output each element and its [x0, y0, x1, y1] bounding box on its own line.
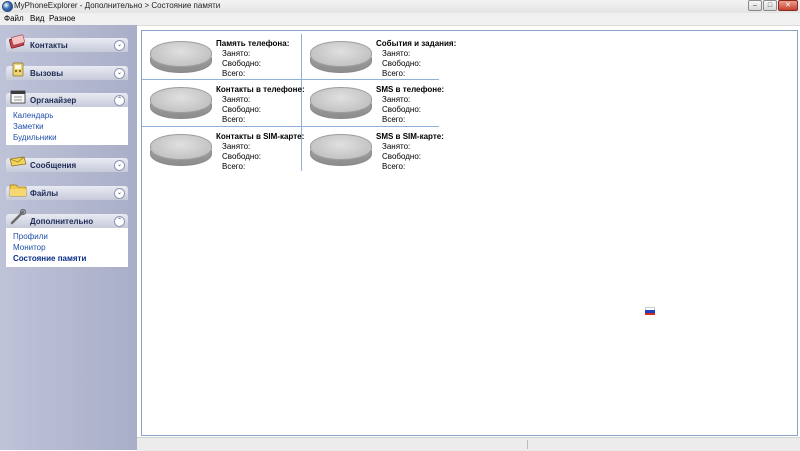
chevron-down-icon[interactable]: ⌄ — [114, 188, 125, 199]
memory-cell-sim-contacts: Контакты в SIM-карте: Занято: Свободно: … — [142, 128, 304, 172]
tools-icon — [10, 209, 27, 225]
memory-cell-sim-sms: SMS в SIM-карте: Занято: Свободно: Всего… — [302, 128, 452, 172]
free-label: Свободно: — [222, 59, 261, 68]
disk-icon — [150, 41, 212, 73]
chevron-up-icon[interactable]: ⌃ — [114, 216, 125, 227]
organizer-items: Календарь Заметки Будильники — [6, 107, 128, 145]
organizer-icon — [10, 90, 26, 104]
free-label: Свободно: — [222, 152, 261, 161]
disk-icon — [150, 134, 212, 166]
total-label: Всего: — [222, 162, 246, 171]
sidebar: Контакты ⌄ Вызовы ⌄ Органайзер ⌃ Календа… — [0, 25, 137, 450]
memory-cell-phone-contacts: Контакты в телефоне: Занято: Свободно: В… — [142, 81, 305, 125]
extras-items: Профили Монитор Состояние памяти — [6, 228, 128, 267]
sidebar-group-calls[interactable]: Вызовы ⌄ — [6, 62, 128, 80]
sidebar-group-messages[interactable]: Сообщения ⌄ — [6, 156, 128, 172]
status-separator — [527, 440, 528, 449]
status-bar — [137, 437, 800, 451]
memory-title: Память телефона: — [216, 39, 290, 48]
sidebar-group-label: Органайзер — [30, 96, 77, 105]
row-divider — [142, 79, 301, 80]
chevron-down-icon[interactable]: ⌄ — [114, 160, 125, 171]
memory-title: SMS в телефоне: — [376, 85, 445, 94]
memory-status-panel: Память телефона: Занято: Свободно: Всего… — [141, 30, 798, 436]
window-title: MyPhoneExplorer - Дополнительно > Состоя… — [14, 1, 221, 10]
used-label: Занято: — [222, 95, 251, 104]
used-label: Занято: — [382, 95, 411, 104]
memory-cell-phone-sms: SMS в телефоне: Занято: Свободно: Всего: — [302, 81, 452, 125]
used-label: Занято: — [222, 49, 251, 58]
memory-title: Контакты в телефоне: — [216, 85, 305, 94]
sidebar-group-label: Вызовы — [30, 69, 64, 78]
disk-icon — [310, 87, 372, 119]
chevron-down-icon[interactable]: ⌄ — [114, 40, 125, 51]
sidebar-item-calendar[interactable]: Календарь — [13, 111, 53, 120]
menu-view[interactable]: Вид — [30, 14, 44, 23]
free-label: Свободно: — [382, 105, 421, 114]
sidebar-group-organizer[interactable]: Органайзер ⌃ — [6, 90, 128, 107]
used-label: Занято: — [382, 142, 411, 151]
total-label: Всего: — [382, 69, 406, 78]
disk-icon — [310, 41, 372, 73]
total-label: Всего: — [222, 69, 246, 78]
memory-title: Контакты в SIM-карте: — [216, 132, 305, 141]
sidebar-item-alarms[interactable]: Будильники — [13, 133, 57, 142]
total-label: Всего: — [382, 162, 406, 171]
row-divider — [302, 79, 439, 80]
sidebar-group-label: Контакты — [30, 41, 68, 50]
sidebar-group-contacts[interactable]: Контакты ⌄ — [6, 34, 128, 52]
maximize-button[interactable]: □ — [763, 0, 777, 11]
window-controls: – □ ✕ — [748, 0, 798, 11]
sidebar-group-label: Сообщения — [30, 161, 77, 170]
memory-title: SMS в SIM-карте: — [376, 132, 444, 141]
sidebar-item-notes[interactable]: Заметки — [13, 122, 44, 131]
used-label: Занято: — [382, 49, 411, 58]
sidebar-group-files[interactable]: Файлы ⌄ — [6, 184, 128, 200]
memory-cell-events: События и задания: Занято: Свободно: Все… — [302, 35, 456, 79]
sidebar-group-extras[interactable]: Дополнительно ⌃ — [6, 209, 128, 228]
app-icon — [2, 1, 13, 12]
memory-cell-phone: Память телефона: Занято: Свободно: Всего… — [142, 35, 292, 79]
messages-icon — [9, 156, 27, 167]
contacts-icon — [8, 34, 25, 49]
menu-file[interactable]: Файл — [4, 14, 24, 23]
disk-icon — [150, 87, 212, 119]
folder-icon — [9, 184, 27, 197]
chevron-down-icon[interactable]: ⌄ — [114, 68, 125, 79]
row-divider — [142, 126, 301, 127]
total-label: Всего: — [382, 115, 406, 124]
free-label: Свободно: — [382, 152, 421, 161]
disk-icon — [310, 134, 372, 166]
sidebar-group-label: Дополнительно — [30, 217, 94, 226]
calls-icon — [12, 62, 24, 77]
close-button[interactable]: ✕ — [778, 0, 798, 11]
sidebar-item-monitor[interactable]: Монитор — [13, 243, 46, 252]
used-label: Занято: — [222, 142, 251, 151]
menu-misc[interactable]: Разное — [49, 14, 75, 23]
row-divider — [302, 126, 439, 127]
chevron-up-icon[interactable]: ⌃ — [114, 95, 125, 106]
language-flag-icon[interactable] — [645, 307, 655, 315]
free-label: Свободно: — [382, 59, 421, 68]
sidebar-item-profiles[interactable]: Профили — [13, 232, 48, 241]
total-label: Всего: — [222, 115, 246, 124]
memory-title: События и задания: — [376, 39, 457, 48]
sidebar-item-memory-status[interactable]: Состояние памяти — [13, 254, 86, 263]
sidebar-group-label: Файлы — [30, 189, 59, 198]
free-label: Свободно: — [222, 105, 261, 114]
title-bar: MyPhoneExplorer - Дополнительно > Состоя… — [0, 0, 800, 14]
minimize-button[interactable]: – — [748, 0, 762, 11]
